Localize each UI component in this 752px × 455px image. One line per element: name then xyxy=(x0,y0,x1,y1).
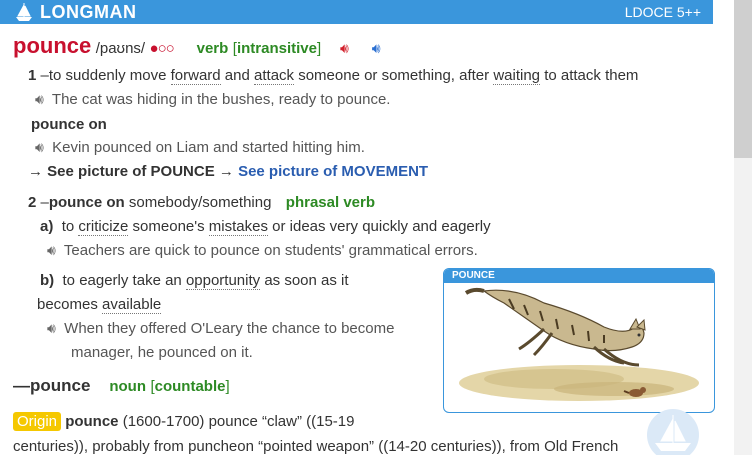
origin-word: pounce xyxy=(65,413,119,430)
crossref-waiting[interactable]: waiting xyxy=(493,67,541,85)
sense-2a-definition: a) to criticize someone's mistakes or id… xyxy=(40,218,491,236)
frequency-indicator: ●○○ xyxy=(149,40,175,57)
crossref-forward[interactable]: forward xyxy=(170,67,221,85)
example-speaker-icon[interactable]: 🔊︎ xyxy=(47,242,56,258)
longman-logo[interactable]: LONGMAN xyxy=(14,1,137,23)
pouncing-cat-illustration xyxy=(459,287,699,401)
picture-label: POUNCE xyxy=(452,270,495,281)
phrasal-verb-pos: phrasal verb xyxy=(285,194,376,211)
crossref-mistakes[interactable]: mistakes xyxy=(208,218,268,236)
see-picture-pounce-link[interactable]: See picture of POUNCE xyxy=(47,163,215,180)
sense-1-example: 🔊︎ The cat was hiding in the bushes, rea… xyxy=(35,91,391,108)
noun-entry: —pounce noun [countable] xyxy=(13,376,230,395)
sense-2b-example-line1: 🔊︎ When they offered O'Leary the chance … xyxy=(47,320,395,337)
edition-label: LDOCE 5++ xyxy=(624,4,701,20)
example-speaker-icon[interactable]: 🔊︎ xyxy=(35,91,44,107)
pounce-picture[interactable]: POUNCE xyxy=(443,268,715,413)
origin-line1: Origin pounce (1600-1700) pounce “claw” … xyxy=(13,412,355,431)
sense-2b-definition-line2: becomes available xyxy=(37,296,162,314)
see-pictures-line: → See picture of POUNCE → See picture of… xyxy=(28,163,429,180)
pronunciation: /paʊns/ xyxy=(95,40,146,57)
see-picture-movement-link[interactable]: See picture of MOVEMENT xyxy=(238,163,428,180)
crossref-criticize[interactable]: criticize xyxy=(78,218,129,236)
sense-2b-example-line2: manager, he pounced on it. xyxy=(71,344,253,361)
origin-badge: Origin xyxy=(13,412,62,431)
noun-headword: pounce xyxy=(30,376,91,395)
sense-2-head: 2 –pounce on somebody/something phrasal … xyxy=(28,194,376,211)
scrollbar-thumb[interactable] xyxy=(734,0,752,158)
example-speaker-icon[interactable]: 🔊︎ xyxy=(35,139,44,155)
sense-1-phrase: pounce on xyxy=(31,116,107,133)
grammar-label: [intransitive] xyxy=(232,40,322,57)
crossref-attack[interactable]: attack xyxy=(254,67,295,85)
origin-line2: centuries)), probably from puncheon “poi… xyxy=(13,438,619,455)
ship-logo-icon xyxy=(16,3,32,21)
noun-pos: noun xyxy=(109,378,147,395)
headword: pounce xyxy=(13,33,92,58)
entry-head: pounce /paʊns/ ●○○ verb [intransitive] 🔊… xyxy=(13,33,381,59)
part-of-speech: verb xyxy=(196,40,229,57)
longman-watermark-icon xyxy=(647,409,699,455)
example-speaker-icon[interactable]: 🔊︎ xyxy=(47,320,56,336)
noun-grammar: [countable] xyxy=(150,378,230,395)
american-pronunciation-speaker-icon[interactable]: 🔊︎ xyxy=(372,40,381,56)
phrasal-verb-headword: pounce on xyxy=(48,194,125,211)
app-header: LONGMAN LDOCE 5++ xyxy=(0,0,713,24)
crossref-available[interactable]: available xyxy=(102,296,162,314)
crossref-opportunity[interactable]: opportunity xyxy=(185,272,261,290)
sense-2b-definition-line1: b) to eagerly take an opportunity as soo… xyxy=(40,272,349,290)
sense-1-phrase-example: 🔊︎ Kevin pounced on Liam and started hit… xyxy=(35,139,365,156)
british-pronunciation-speaker-icon[interactable]: 🔊︎ xyxy=(340,40,349,56)
sense-1-definition: 1 –to suddenly move forward and attack s… xyxy=(28,67,639,85)
sense-2a-example: 🔊︎ Teachers are quick to pounce on stude… xyxy=(47,242,478,259)
brand-name: LONGMAN xyxy=(40,1,137,22)
